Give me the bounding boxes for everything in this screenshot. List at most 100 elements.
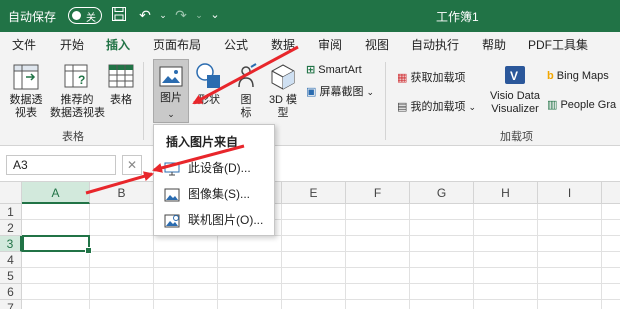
table-label: 表格 [110, 94, 132, 106]
row-header[interactable]: 3 [0, 236, 22, 252]
shapes-icon [194, 62, 224, 92]
tab-insert[interactable]: 插入 [106, 36, 131, 58]
screenshot-label: 屏幕截图 [319, 86, 364, 98]
bing-icon: b [547, 70, 554, 82]
undo-icon[interactable]: ↶ [136, 6, 154, 24]
visio-label: Visio Data Visualizer [490, 90, 540, 115]
autosave-toggle[interactable]: 关 [68, 7, 102, 24]
menu-item-label: 联机图片(O)... [188, 213, 264, 227]
row-header[interactable]: 1 [0, 204, 22, 220]
tab-view[interactable]: 视图 [365, 36, 389, 53]
people-graph-label: People Gra [560, 99, 617, 111]
shapes-button[interactable]: 形状 [194, 62, 224, 107]
select-all-corner[interactable] [0, 182, 22, 204]
screenshot-icon: ▣ [306, 86, 317, 98]
insert-picture-menu: 插入图片来自 此设备(D)... 图像集(S)... 联机图片(O)... [153, 124, 275, 236]
redo-icon[interactable]: ↷ [172, 6, 190, 24]
visio-visualizer-button[interactable]: V Visio Data Visualizer [487, 62, 543, 116]
pivot-table-icon [11, 62, 41, 92]
monitor-icon [164, 161, 180, 176]
bing-maps-button[interactable]: b Bing Maps [547, 70, 609, 82]
my-addins-button[interactable]: ▤ 我的加载项 ⌄ [397, 98, 476, 114]
gridline [22, 283, 620, 284]
my-addins-label: 我的加载项 [410, 101, 466, 113]
spreadsheet-grid[interactable]: A B C D E F G H I 1 2 3 4 5 6 7 [0, 182, 620, 309]
row-header[interactable]: 7 [0, 300, 22, 309]
save-icon[interactable] [110, 6, 128, 24]
undo-dropdown-icon[interactable]: ⌄ [154, 6, 172, 24]
3d-models-button[interactable]: 3D 模 型 [266, 62, 300, 120]
autosave-state: 关 [86, 13, 96, 24]
autosave-label: 自动保存 [8, 10, 57, 24]
gridline [22, 235, 620, 236]
tab-automate[interactable]: 自动执行 [411, 36, 459, 53]
svg-text:V: V [510, 69, 518, 83]
picture-icon [158, 64, 184, 90]
row-header[interactable]: 2 [0, 220, 22, 236]
tab-data[interactable]: 数据 [271, 36, 295, 53]
window-title: 工作簿1 [436, 10, 479, 24]
cancel-formula-icon[interactable]: ✕ [122, 155, 142, 175]
svg-text:?: ? [78, 73, 85, 87]
menu-item-label: 此设备(D)... [188, 161, 251, 175]
menu-item-online-pictures[interactable]: 联机图片(O)... [162, 209, 272, 231]
addins-group-label: 加载项 [500, 131, 533, 143]
pivot-table-label: 数据透 视表 [9, 94, 43, 119]
table-button[interactable]: 表格 [106, 62, 136, 107]
excel-window: 自动保存 关 ↶ ⌄ ↷ ⌄ ⌄ 工作簿1 文件 开始 插入 页面布局 公式 数… [0, 0, 620, 309]
icons-button[interactable]: 图 标 [231, 62, 261, 120]
column-header[interactable]: I [538, 182, 602, 204]
column-header[interactable]: E [282, 182, 346, 204]
title-bar: 自动保存 关 ↶ ⌄ ↷ ⌄ ⌄ 工作簿1 [0, 0, 620, 32]
get-addins-button[interactable]: ▦ 获取加载项 [397, 69, 465, 85]
online-pictures-icon [164, 213, 180, 228]
people-graph-button[interactable]: ▥ People Gra [547, 98, 616, 111]
smartart-button[interactable]: ⊞ SmartArt [306, 63, 362, 76]
my-addins-icon: ▤ [397, 101, 408, 113]
row-header[interactable]: 4 [0, 252, 22, 268]
row-header[interactable]: 6 [0, 284, 22, 300]
column-header[interactable]: F [346, 182, 410, 204]
tab-help[interactable]: 帮助 [482, 36, 506, 53]
active-cell-a3[interactable] [22, 235, 92, 254]
column-header[interactable]: B [90, 182, 154, 204]
toggle-knob [72, 11, 81, 20]
icons-icon [231, 62, 261, 92]
name-box[interactable]: A3 [6, 155, 116, 175]
cube-icon [268, 62, 298, 92]
tab-file[interactable]: 文件 [12, 36, 36, 53]
column-header[interactable]: H [474, 182, 538, 204]
tab-pdf-tools[interactable]: PDF工具集 [528, 36, 588, 53]
recommended-pivot-icon: ? [62, 62, 92, 92]
tab-review[interactable]: 审阅 [318, 36, 342, 53]
customize-toolbar-icon[interactable]: ⌄ [206, 6, 224, 24]
gridline [22, 267, 620, 268]
ribbon-tabs: 文件 开始 插入 页面布局 公式 数据 审阅 视图 自动执行 帮助 PDF工具集 [0, 32, 620, 58]
gridline [22, 299, 620, 300]
store-icon: ▦ [397, 72, 408, 84]
tab-formulas[interactable]: 公式 [224, 36, 248, 53]
gridline [22, 219, 620, 220]
pivot-table-button[interactable]: 数据透 视表 [6, 62, 46, 120]
ribbon-insert: 数据透 视表 ? 推荐的 数据透视表 表格 表格 图片 ⌄ 形状 图 标 3D … [0, 56, 620, 146]
picture-button[interactable]: 图片 ⌄ [153, 59, 189, 123]
group-separator [385, 62, 386, 140]
bing-maps-label: Bing Maps [556, 70, 609, 82]
tab-home[interactable]: 开始 [60, 36, 84, 53]
image-gallery-icon [164, 187, 180, 202]
gridline [22, 251, 620, 252]
recommended-pivot-button[interactable]: ? 推荐的 数据透视表 [50, 62, 105, 120]
row-header[interactable]: 5 [0, 268, 22, 284]
table-icon [106, 62, 136, 92]
get-addins-label: 获取加载项 [410, 72, 466, 84]
column-header[interactable]: A [22, 182, 90, 204]
smartart-icon: ⊞ [306, 64, 316, 76]
menu-item-stock-images[interactable]: 图像集(S)... [162, 183, 272, 205]
tab-page-layout[interactable]: 页面布局 [153, 36, 201, 53]
3d-models-label: 3D 模 型 [268, 94, 298, 119]
picture-dropdown-icon: ⌄ [167, 109, 175, 119]
column-header[interactable]: G [410, 182, 474, 204]
screenshot-button[interactable]: ▣ 屏幕截图 ⌄ [306, 83, 374, 99]
column-header[interactable] [602, 182, 620, 204]
menu-item-this-device[interactable]: 此设备(D)... [162, 157, 272, 179]
